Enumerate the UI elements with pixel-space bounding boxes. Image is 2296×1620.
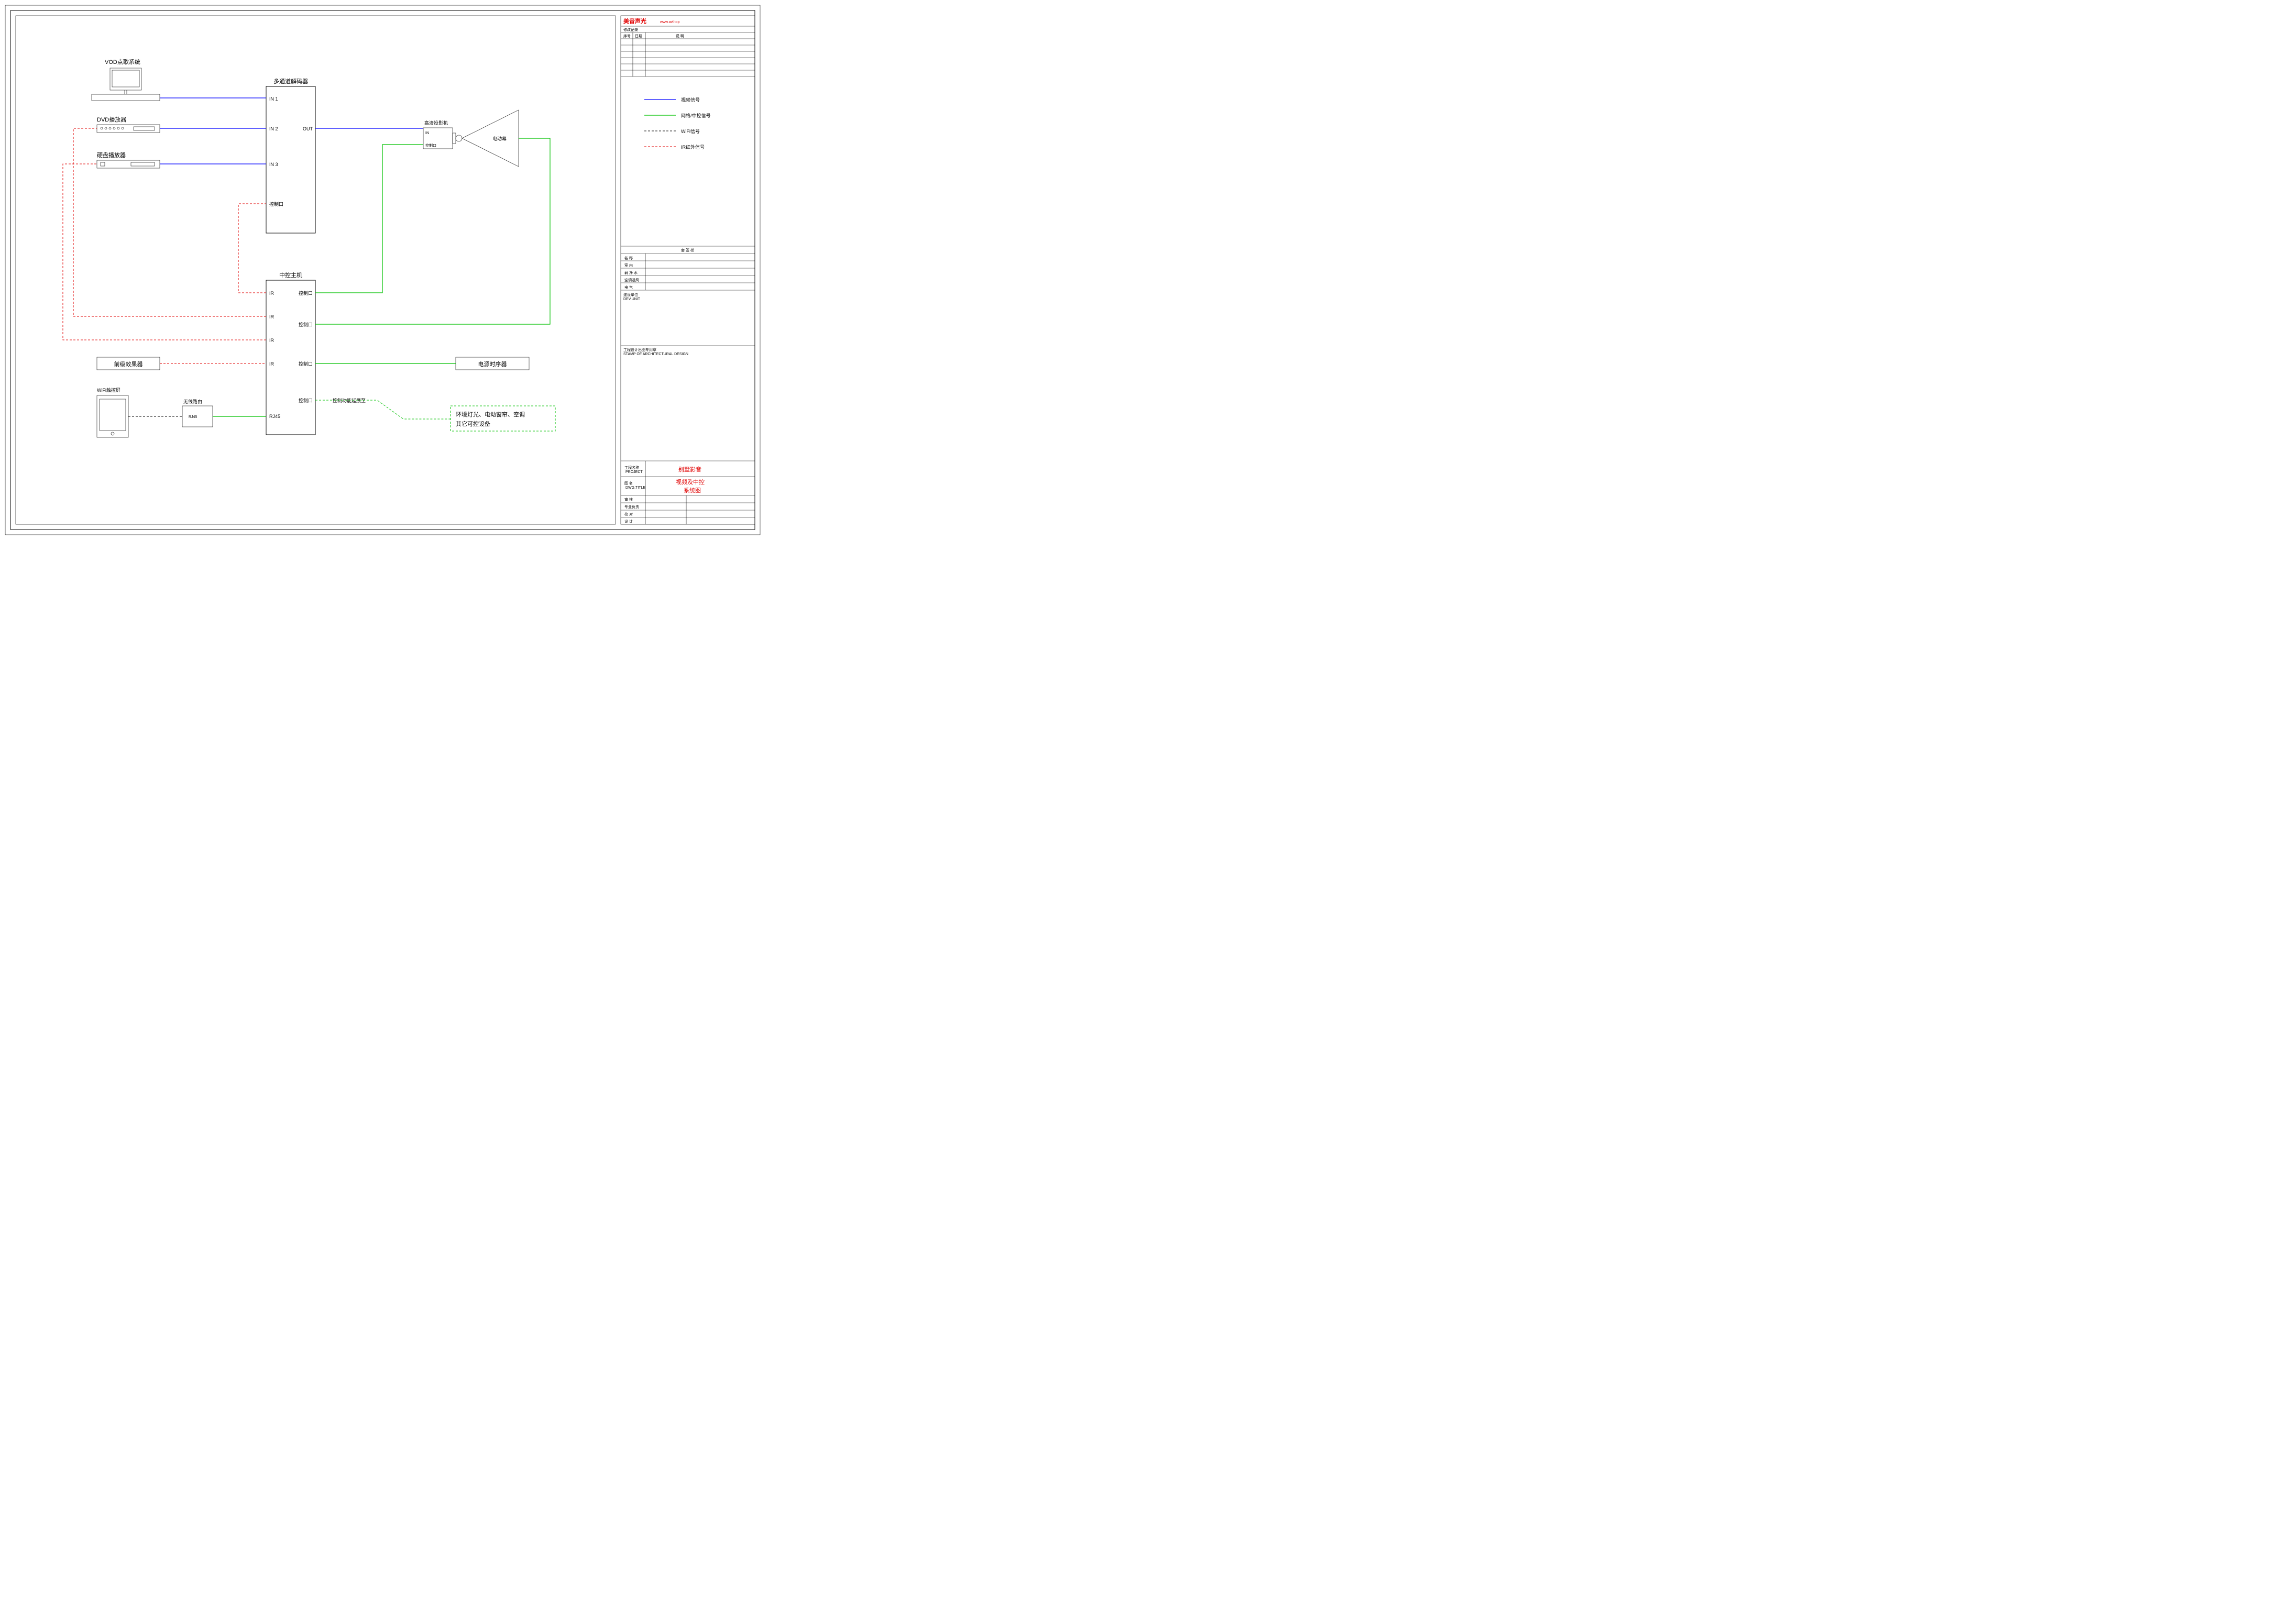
- rev-header: 修改记录: [623, 27, 638, 32]
- extend-group: 控制功能延展至 环境灯光、电动窗帘、空调 其它可控设备: [333, 398, 555, 431]
- svg-text:说 明: 说 明: [676, 34, 684, 38]
- svg-text:DWG.TITLE: DWG.TITLE: [625, 486, 645, 490]
- svg-text:RJ45: RJ45: [189, 415, 197, 419]
- project-name: 别墅影音: [678, 466, 701, 473]
- svg-text:控制口: 控制口: [269, 201, 283, 207]
- diagram-canvas: 美音声光 www.avl.top 修改记录 序号 日期 说 明 视频信号 网络/…: [0, 0, 765, 540]
- svg-text:WiFi信号: WiFi信号: [681, 128, 700, 134]
- svg-text:审 核: 审 核: [624, 497, 633, 502]
- svg-text:控制口: 控制口: [299, 361, 313, 367]
- svg-text:控制口: 控制口: [299, 290, 313, 296]
- svg-text:专业负责: 专业负责: [624, 504, 639, 509]
- screen-device: 电动幕: [462, 110, 519, 167]
- drawing-name-1: 视频及中控: [676, 478, 705, 486]
- hdd-device: 硬盘播放器: [97, 151, 160, 168]
- sequencer-device: 电源时序器: [456, 357, 529, 370]
- svg-text:环境灯光、电动窗帘、空调: 环境灯光、电动窗帘、空调: [456, 411, 525, 418]
- svg-text:工程设计出图专用章: 工程设计出图专用章: [623, 347, 656, 352]
- controller-device: 中控主机 IR IR IR IR RJ45 控制口 控制口 控制口 控制口: [266, 271, 315, 435]
- svg-text:STAMP OF ARCHITECTURAL DESIGN: STAMP OF ARCHITECTURAL DESIGN: [623, 352, 688, 356]
- svg-text:WiFi触控屏: WiFi触控屏: [97, 387, 120, 393]
- svg-text:日期: 日期: [635, 34, 642, 38]
- svg-text:其它可控设备: 其它可控设备: [456, 420, 490, 427]
- svg-text:名 称: 名 称: [624, 256, 633, 260]
- svg-text:弱 净 水: 弱 净 水: [624, 270, 638, 275]
- dvd-device: DVD播放器: [97, 116, 160, 133]
- svg-text:VOD点歌系统: VOD点歌系统: [105, 58, 140, 65]
- legend: 视频信号 网络/中控信号 WiFi信号 IR红外信号: [644, 97, 711, 150]
- svg-text:硬盘播放器: 硬盘播放器: [97, 151, 126, 159]
- svg-text:电动幕: 电动幕: [492, 136, 507, 141]
- svg-text:会 签 栏: 会 签 栏: [681, 248, 694, 252]
- svg-text:DEV.UNIT: DEV.UNIT: [623, 297, 641, 301]
- svg-text:视频信号: 视频信号: [681, 97, 700, 103]
- svg-text:IR: IR: [269, 361, 274, 367]
- svg-text:电 气: 电 气: [624, 285, 633, 290]
- wifi-touch-device: WiFi触控屏: [97, 387, 128, 437]
- brand-url: www.avl.top: [660, 20, 679, 24]
- svg-text:序号: 序号: [623, 34, 631, 38]
- svg-text:PROJECT: PROJECT: [625, 470, 643, 474]
- drawing-name-2: 系统图: [684, 487, 701, 494]
- svg-text:设 计: 设 计: [624, 519, 633, 524]
- vod-device: VOD点歌系统: [92, 58, 160, 101]
- svg-text:网络/中控信号: 网络/中控信号: [681, 113, 711, 118]
- svg-text:DVD播放器: DVD播放器: [97, 116, 126, 123]
- svg-text:控制口: 控制口: [425, 143, 436, 148]
- svg-text:无线路由: 无线路由: [183, 399, 202, 404]
- svg-text:IN: IN: [425, 131, 429, 135]
- svg-text:IN 1: IN 1: [269, 96, 278, 102]
- title-block: 美音声光 www.avl.top 修改记录 序号 日期 说 明 视频信号 网络/…: [621, 16, 755, 524]
- svg-text:控制口: 控制口: [299, 322, 313, 327]
- svg-text:高清投影机: 高清投影机: [424, 120, 448, 126]
- svg-text:IR: IR: [269, 314, 274, 319]
- svg-text:控制口: 控制口: [299, 398, 313, 403]
- projector-device: 高清投影机 IN 控制口: [423, 120, 462, 149]
- svg-text:IN 2: IN 2: [269, 126, 278, 131]
- preamp-device: 前级效果器: [97, 357, 160, 370]
- svg-text:IR红外信号: IR红外信号: [681, 144, 705, 150]
- svg-text:IN 3: IN 3: [269, 162, 278, 167]
- svg-text:RJ45: RJ45: [269, 414, 280, 419]
- svg-text:电源时序器: 电源时序器: [478, 360, 507, 368]
- svg-text:空调通风: 空调通风: [624, 278, 639, 282]
- svg-text:校 对: 校 对: [624, 512, 633, 516]
- svg-text:室 内: 室 内: [624, 263, 633, 268]
- brand: 美音声光: [623, 17, 646, 25]
- svg-text:工程名称: 工程名称: [624, 465, 639, 470]
- svg-text:前级效果器: 前级效果器: [114, 360, 143, 368]
- svg-text:图 名: 图 名: [624, 481, 633, 486]
- svg-text:建设单位: 建设单位: [623, 292, 638, 297]
- svg-text:中控主机: 中控主机: [279, 271, 302, 279]
- svg-text:IR: IR: [269, 291, 274, 296]
- svg-text:OUT: OUT: [303, 126, 313, 131]
- router-device: 无线路由 RJ45: [182, 399, 213, 427]
- svg-text:多通道解码器: 多通道解码器: [273, 78, 308, 85]
- decoder-device: 多通道解码器 IN 1 IN 2 IN 3 控制口 OUT: [266, 78, 315, 233]
- svg-text:IR: IR: [269, 338, 274, 343]
